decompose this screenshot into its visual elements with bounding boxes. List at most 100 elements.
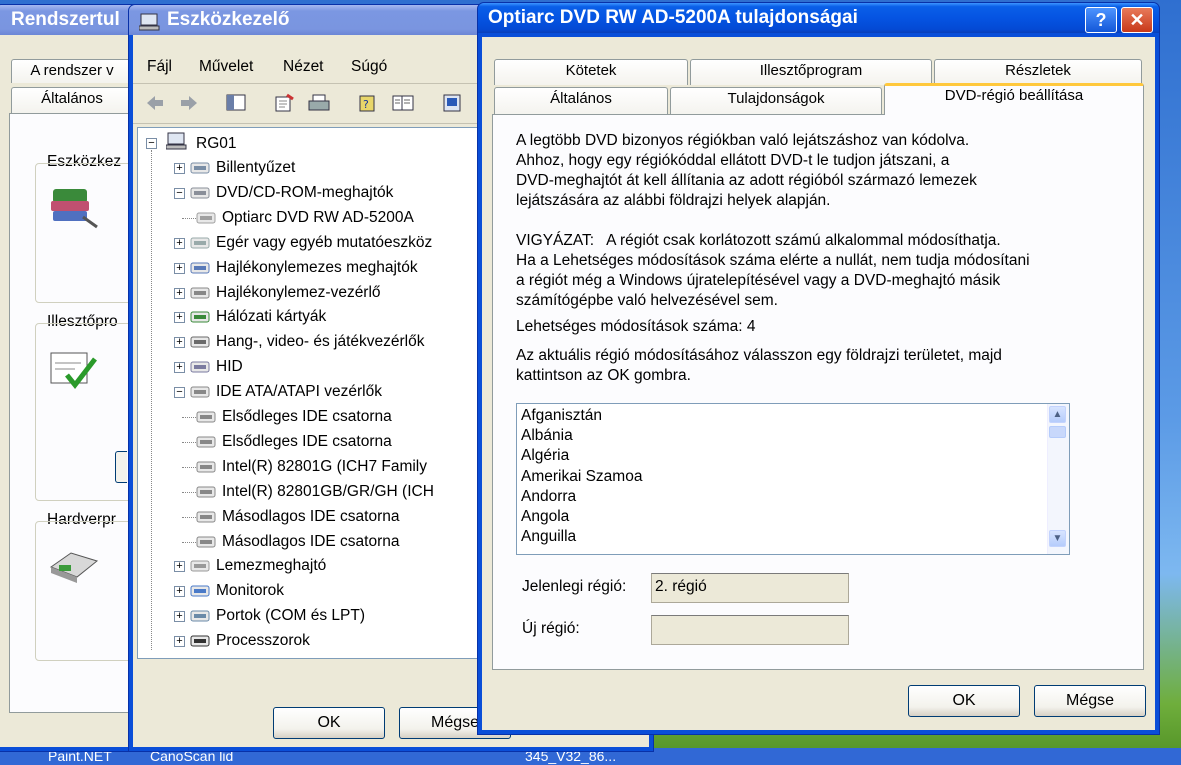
device-icon	[190, 610, 210, 622]
expand-toggle[interactable]: −	[174, 387, 185, 399]
device-icon	[190, 311, 210, 323]
back-arrow-icon[interactable]	[143, 93, 167, 113]
intro-line-3: DVD-meghajtót át kell állítania az adott…	[516, 172, 977, 189]
tree-connector	[182, 441, 196, 443]
tree-item-label: Egér vagy egyéb mutatóeszköz	[216, 233, 433, 251]
tree-item-label: HID	[216, 358, 243, 376]
expand-toggle[interactable]: +	[174, 611, 185, 623]
tab-general[interactable]: Általános	[11, 87, 133, 113]
driver-signing-icon	[50, 352, 97, 390]
tree-item-label: Processzorok	[216, 632, 310, 650]
hardware-profiles-icon	[49, 552, 99, 583]
tree-item-label: Billentyűzet	[216, 159, 296, 176]
region-list[interactable]: Afganisztán Albánia Algéria Amerikai Szamoa…	[516, 403, 1070, 555]
menu-action[interactable]: Művelet	[199, 57, 253, 77]
tree-connector	[182, 417, 196, 418]
show-hide-tree-icon[interactable]	[225, 93, 249, 113]
expand-toggle[interactable]: −	[174, 187, 185, 199]
changes-left-text: Lehetséges módosítások száma: 4	[516, 318, 756, 335]
driver-signing-button-edge[interactable]	[115, 451, 127, 483]
help-book-icon[interactable]: ?	[357, 93, 381, 113]
tree-connector	[151, 150, 152, 650]
tree-item-label: Hajlékonylemezes meghajtók	[216, 258, 418, 276]
device-icon	[190, 336, 210, 348]
forward-arrow-icon[interactable]	[177, 93, 201, 113]
tree-item-label: Másodlagos IDE csatorna	[222, 507, 400, 525]
menu-view[interactable]: Nézet	[283, 57, 324, 77]
tree-connector	[182, 466, 196, 468]
properties-icon[interactable]	[273, 93, 297, 113]
warning-line-2: Ha a Lehetséges módosítások száma elérte…	[516, 252, 1030, 269]
instruction-line-1: Az aktuális régió módosításához válasszo…	[516, 347, 1002, 364]
svg-text:?: ?	[363, 98, 369, 111]
tree-item-label: Monitorok	[216, 582, 285, 600]
region-list-item[interactable]: Anguilla	[521, 527, 576, 547]
expand-toggle[interactable]: +	[174, 262, 185, 274]
device-icon	[196, 411, 216, 423]
region-list-item[interactable]: Angola	[521, 507, 569, 527]
tree-item-label: Intel(R) 82801GB/GR/GH (ICH	[222, 482, 434, 500]
expand-toggle[interactable]: +	[174, 287, 185, 299]
dvd-properties-title: Optiarc DVD RW AD-5200A tulajdonságai	[478, 3, 1159, 33]
warning-line-1: VIGYÁZAT: A régiót csak korlátozott szám…	[516, 232, 1001, 249]
region-list-item[interactable]: Algéria	[521, 446, 569, 466]
region-list-item[interactable]: Albánia	[521, 426, 573, 446]
tab-dvd-region[interactable]: DVD-régió beállítása	[884, 83, 1144, 115]
device-icon	[190, 361, 210, 373]
region-list-item[interactable]: Amerikai Szamoa	[521, 467, 642, 487]
tab-properties[interactable]: Tulajdonságok	[670, 87, 882, 115]
expand-toggle[interactable]: +	[174, 561, 185, 573]
ok-button[interactable]: OK	[273, 707, 385, 739]
tab-general[interactable]: Általános	[494, 87, 668, 115]
intro-line-2: Ahhoz, hogy egy régiókóddal ellátott DVD…	[516, 152, 950, 169]
tab-system-restore[interactable]: A rendszer v	[11, 59, 133, 83]
expand-toggle[interactable]: +	[174, 586, 185, 598]
expand-toggle[interactable]: +	[174, 337, 185, 349]
tree-item-label: Hálózati kártyák	[216, 308, 327, 326]
region-list-item[interactable]: Andorra	[521, 487, 576, 507]
expand-toggle[interactable]: +	[174, 163, 185, 174]
current-region-field: 2. régió	[651, 573, 849, 603]
print-icon[interactable]	[307, 93, 331, 113]
scroll-thumb[interactable]	[1049, 426, 1066, 438]
region-list-item[interactable]: Afganisztán	[521, 406, 602, 426]
tree-item-label: Másodlagos IDE csatorna	[222, 532, 400, 550]
expand-toggle[interactable]: +	[174, 362, 185, 374]
device-manager-icon	[51, 189, 98, 229]
device-icon	[190, 585, 210, 597]
tree-item-label: Elsődleges IDE csatorna	[222, 408, 392, 425]
expand-toggle[interactable]: +	[174, 312, 185, 324]
current-region-label: Jelenlegi régió:	[522, 578, 627, 595]
device-tree[interactable]: − RG01 + Billentyűzet − DVD/CD-ROM-meghajtó…	[137, 127, 485, 659]
tree-item-label: DVD/CD-ROM-meghajtók	[216, 183, 394, 201]
device-icon	[190, 386, 210, 398]
tab-driver[interactable]: Illesztőprogram	[690, 59, 932, 85]
menu-file[interactable]: Fájl	[147, 57, 172, 77]
detail-view-icon[interactable]	[391, 93, 415, 113]
device-icon	[190, 560, 210, 572]
tree-connector	[182, 516, 196, 518]
tree-item-label: Lemezmeghajtó	[216, 557, 327, 575]
expand-toggle[interactable]: +	[174, 237, 185, 249]
expand-toggle[interactable]: +	[174, 636, 185, 648]
scroll-up-button[interactable]: ▲	[1049, 406, 1066, 423]
tree-root-label[interactable]: RG01	[196, 134, 237, 154]
expand-toggle[interactable]: −	[146, 138, 157, 149]
computer-icon	[139, 13, 160, 31]
new-region-field[interactable]	[651, 615, 849, 645]
tab-volumes[interactable]: Kötetek	[494, 59, 688, 85]
menu-help[interactable]: Súgó	[351, 57, 387, 77]
tree-connector	[182, 491, 196, 493]
scan-hardware-icon[interactable]	[441, 93, 465, 113]
tree-item-label: Optiarc DVD RW AD-5200A	[222, 208, 414, 226]
tab-details[interactable]: Részletek	[934, 59, 1142, 85]
device-icon	[190, 187, 210, 199]
device-icon	[190, 162, 210, 174]
help-button[interactable]: ?	[1085, 7, 1117, 33]
computer-icon	[166, 132, 187, 150]
close-button[interactable]: ✕	[1121, 7, 1153, 33]
ok-button[interactable]: OK	[908, 685, 1020, 717]
dvd-properties-body: Kötetek Illesztőprogram Részletek Általá…	[482, 37, 1155, 730]
cancel-button[interactable]: Mégse	[1034, 685, 1146, 717]
scroll-down-button[interactable]: ▼	[1049, 530, 1066, 547]
